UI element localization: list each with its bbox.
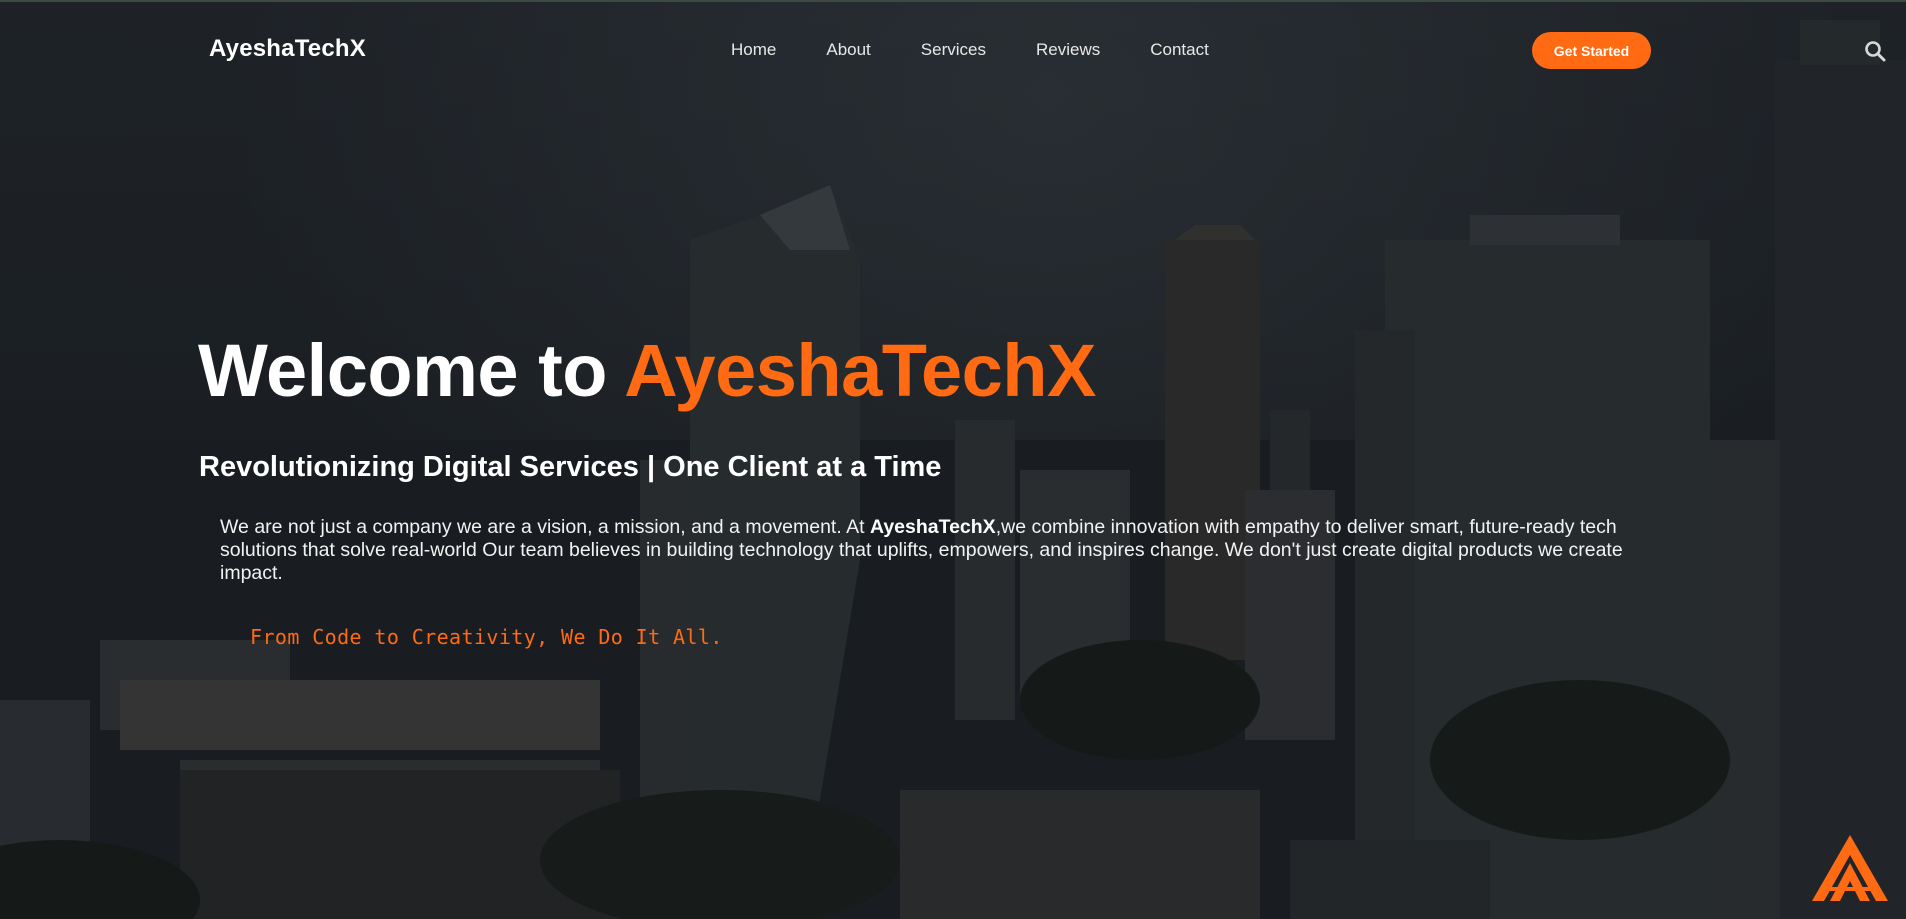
nav-item-reviews[interactable]: Reviews (1036, 40, 1100, 60)
nav-item-services[interactable]: Services (921, 40, 986, 60)
hero-description-brand: AyeshaTechX (869, 516, 996, 538)
site-logo[interactable]: AyeshaTechX (209, 35, 366, 63)
nav-item-home[interactable]: Home (731, 40, 776, 60)
hero-title-brand: AyeshaTechX (624, 329, 1096, 412)
hero-subtitle: Revolutionizing Digital Services | One C… (199, 451, 942, 483)
nav-item-about[interactable]: About (826, 40, 870, 60)
search-icon[interactable] (1863, 39, 1887, 63)
main-nav: Home About Services Reviews Contact (731, 40, 1259, 60)
hero-description-before: We are not just a company we are a visio… (220, 516, 870, 538)
get-started-button[interactable]: Get Started (1532, 32, 1651, 69)
hero-title-prefix: Welcome to (198, 329, 625, 412)
nav-item-contact[interactable]: Contact (1150, 40, 1209, 60)
brand-mark-icon[interactable] (1810, 833, 1890, 903)
hero-title: Welcome to AyeshaTechX (198, 328, 1096, 413)
top-border (0, 0, 1906, 2)
hero-tagline: From Code to Creativity, We Do It All. (250, 625, 723, 649)
hero-description: We are not just a company we are a visio… (220, 516, 1680, 585)
